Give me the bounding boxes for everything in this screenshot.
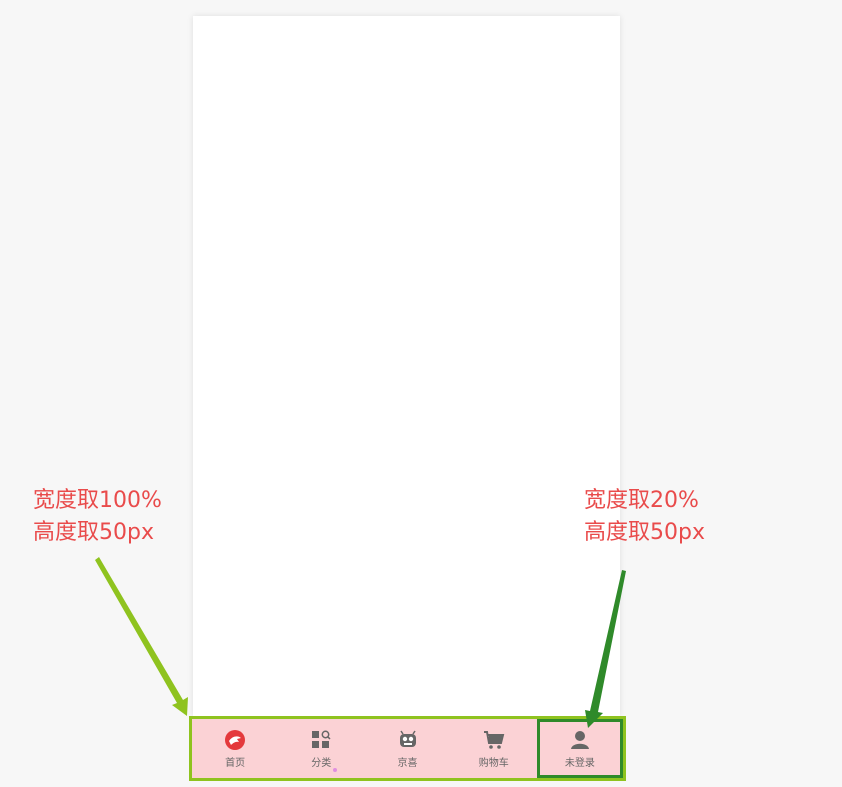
tab-account-label: 未登录 [564, 757, 595, 769]
indicator-dot [333, 768, 337, 772]
annotation-full-width: 宽度取100% 高度取50px [33, 485, 162, 549]
cart-icon [482, 729, 506, 751]
user-icon [568, 729, 592, 751]
tab-account[interactable]: 未登录 [536, 719, 624, 778]
home-logo-icon [223, 729, 247, 751]
tab-home[interactable]: 首页 [192, 719, 278, 778]
annotation-item-width: 宽度取20% 高度取50px [584, 485, 705, 549]
annotation-right-line2: 高度取50px [584, 520, 705, 545]
tab-jingxi[interactable]: 京喜 [364, 719, 450, 778]
bottom-tab-bar: 首页 分类 京喜 购物车 未登录 [189, 716, 626, 781]
annotation-left-line1: 宽度取100% [33, 488, 162, 513]
arrow-to-tabbar [95, 557, 188, 716]
tab-cart-label: 购物车 [478, 757, 509, 769]
tab-category[interactable]: 分类 [278, 719, 364, 778]
tab-home-label: 首页 [225, 757, 246, 769]
category-grid-icon [309, 729, 333, 751]
tab-category-label: 分类 [311, 757, 332, 769]
annotation-left-line2: 高度取50px [33, 520, 154, 545]
jingxi-icon [396, 729, 420, 751]
phone-screen [193, 16, 620, 716]
tab-jingxi-label: 京喜 [397, 757, 418, 769]
annotation-right-line1: 宽度取20% [584, 488, 699, 513]
tab-cart[interactable]: 购物车 [451, 719, 537, 778]
